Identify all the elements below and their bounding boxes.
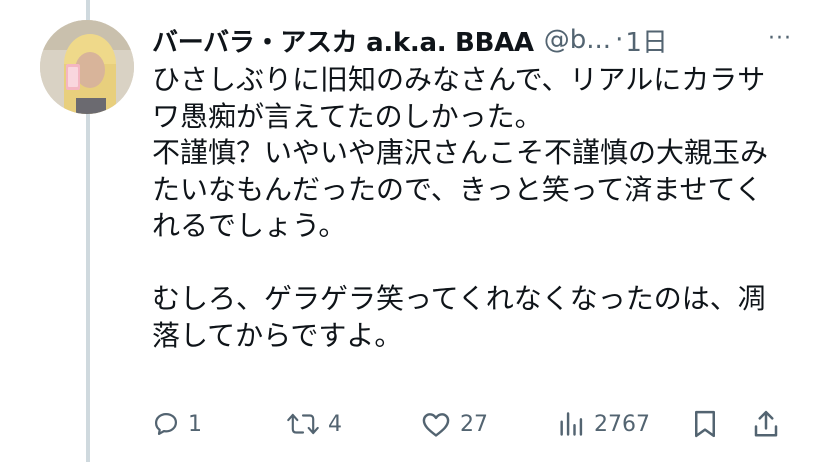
view-count: 2767: [594, 411, 650, 437]
action-bar: 1 4 27 2767: [152, 402, 792, 446]
repost-button[interactable]: 4: [286, 402, 342, 446]
repost-icon: [287, 413, 319, 435]
author-handle[interactable]: @b...: [544, 25, 611, 55]
more-options-icon[interactable]: ···: [768, 26, 792, 51]
post-text: ひさしぶりに旧知のみなさんで、リアルにカラサワ愚痴が言えてたのしかった。 不謹慎…: [152, 63, 769, 352]
bookmark-icon: [695, 410, 715, 438]
author-name[interactable]: バーバラ・アスカ a.k.a. BBAA: [152, 22, 534, 59]
post-time[interactable]: 1日: [625, 22, 668, 59]
post-header: バーバラ・アスカ a.k.a. BBAA @b... · 1日 ···: [152, 22, 792, 58]
share-icon: [754, 410, 778, 437]
header-separator: ·: [615, 25, 624, 55]
views-button[interactable]: 2767: [556, 402, 650, 446]
heart-icon: [422, 413, 450, 437]
share-button[interactable]: [752, 402, 780, 446]
avatar[interactable]: [40, 20, 134, 114]
reply-count: 1: [188, 411, 202, 437]
like-count: 27: [460, 411, 488, 437]
like-button[interactable]: 27: [420, 402, 488, 446]
views-icon: [560, 412, 583, 436]
reply-button[interactable]: 1: [152, 402, 202, 446]
bookmark-button[interactable]: [692, 402, 718, 446]
reply-icon: [154, 412, 178, 436]
repost-count: 4: [328, 411, 342, 437]
